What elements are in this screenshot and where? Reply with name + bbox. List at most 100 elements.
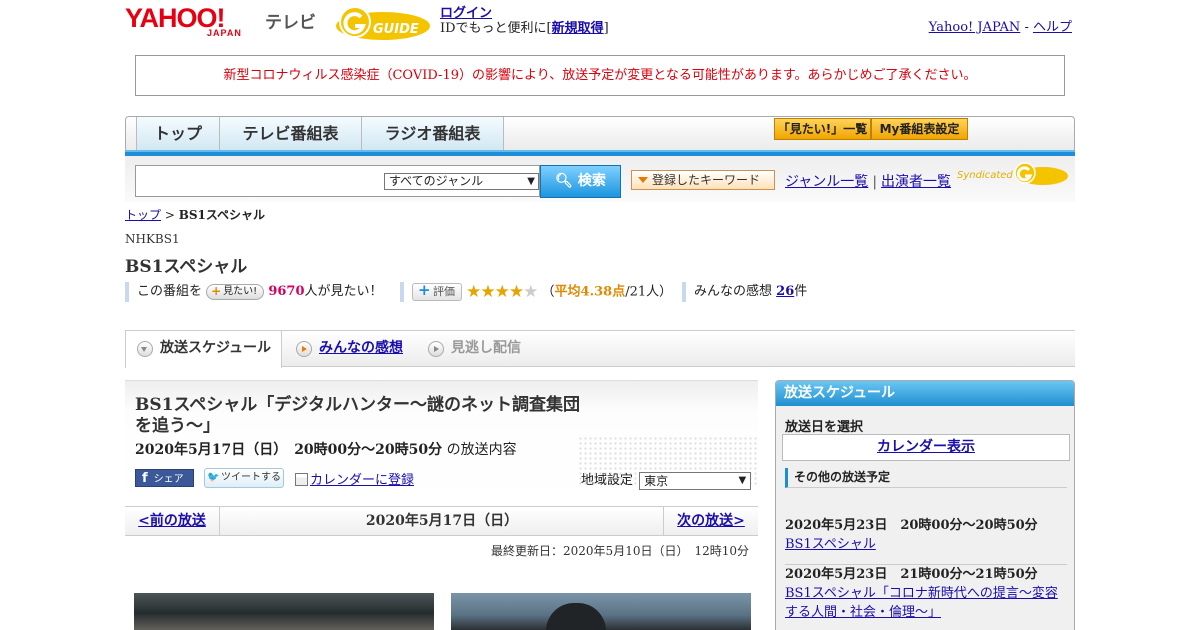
search-links: ジャンル一覧 | 出演者一覧 — [785, 171, 951, 191]
episode-title: BS1スペシャル「デジタルハンター～謎のネット調査集団を追う～」 — [135, 395, 580, 436]
mitai-button[interactable]: 見たい! — [206, 283, 265, 300]
date-select-label: 放送日を選択 — [785, 420, 864, 435]
other-broadcast-datetime: 2020年5月23日 20時00分～20時50分 — [785, 518, 1038, 533]
facebook-icon: f — [142, 471, 148, 486]
nav-tab-radio-schedule[interactable]: ラジオ番組表 — [362, 117, 504, 153]
yahoo-japan-link[interactable]: Yahoo! JAPAN — [929, 20, 1021, 35]
dropdown-arrow-icon: ▼ — [527, 176, 535, 187]
rate-button[interactable]: 評価 — [412, 282, 462, 301]
signup-link[interactable]: 新規取得 — [552, 21, 604, 36]
saved-keywords-button[interactable]: 登録したキーワード — [631, 170, 775, 190]
search-icon: 🔍︎ — [555, 173, 573, 189]
impressions-stat: みんなの感想 26件 — [682, 282, 807, 302]
region-select[interactable]: 東京 ▼ — [639, 471, 752, 490]
nav-tab-top[interactable]: トップ — [136, 117, 220, 153]
rating-stat: 評価 ★★★★★ （平均4.38点/21人） — [400, 282, 672, 302]
region-setting: 地域設定 東京 ▼ — [581, 469, 752, 490]
sidebar-body: 放送日を選択 カレンダー表示 その他の放送予定 2020年5月23日 20時00… — [776, 406, 1074, 630]
star-icon: ★ — [480, 282, 495, 302]
tab-streaming-label: 見逃し配信 — [451, 340, 521, 356]
help-link[interactable]: ヘルプ — [1033, 20, 1072, 35]
other-broadcast-link[interactable]: BS1スペシャル — [785, 537, 876, 552]
tab-impressions[interactable]: みんなの感想 — [285, 331, 415, 367]
rating-stars: ★★★★★ — [466, 282, 538, 302]
performer-list-link[interactable]: 出演者一覧 — [881, 174, 951, 190]
header-links: Yahoo! JAPAN - ヘルプ — [929, 16, 1072, 35]
region-label: 地域設定 — [581, 473, 634, 488]
impressions-count-link[interactable]: 26 — [776, 284, 794, 299]
search-button[interactable]: 🔍︎ 検索 — [540, 165, 621, 198]
login-box: ログイン IDでもっと便利に[新規取得] — [440, 6, 609, 36]
episode-image — [134, 593, 434, 630]
region-select-value: 東京 — [644, 473, 669, 488]
sidebar-title: 放送スケジュール — [776, 381, 1074, 406]
genre-list-link[interactable]: ジャンル一覧 — [785, 174, 868, 190]
current-broadcast-date: 2020年5月17日（日） — [365, 513, 519, 529]
tab-schedule-label: 放送スケジュール — [160, 340, 272, 356]
play-icon — [296, 341, 312, 357]
calendar-register: カレンダーに登録 — [295, 469, 414, 488]
other-broadcasts-heading: その他の放送予定 — [785, 468, 1067, 488]
calendar-view-link[interactable]: カレンダー表示 — [877, 439, 975, 455]
chevron-down-icon — [137, 341, 153, 357]
nav-tab-tv-schedule[interactable]: テレビ番組表 — [220, 117, 362, 153]
schedule-sidebar: 放送スケジュール 放送日を選択 カレンダー表示 その他の放送予定 2020年5月… — [775, 380, 1075, 630]
mitai-list-button[interactable]: 「見たい!」一覧 — [774, 118, 871, 140]
other-broadcast-link[interactable]: BS1スペシャル「コロナ新時代への提言～変容する人間・社会・倫理～」 — [785, 586, 1058, 620]
impressions-prefix: みんなの感想 — [694, 284, 773, 299]
genre-select[interactable]: すべてのジャンル ▼ — [384, 173, 539, 190]
calendar-register-link[interactable]: カレンダーに登録 — [310, 473, 414, 488]
play-icon — [428, 341, 444, 357]
mitai-count: 9670 — [268, 284, 305, 299]
star-empty-icon: ★ — [523, 282, 538, 302]
last-updated: 最終更新日：2020年5月10日（日） 12時10分 — [491, 544, 749, 558]
calendar-view-button[interactable]: カレンダー表示 — [782, 434, 1070, 461]
tab-impressions-label[interactable]: みんなの感想 — [319, 340, 403, 356]
list-item: 2020年5月23日 21時00分～21時50分 BS1スペシャル「コロナ新時代… — [785, 565, 1067, 630]
breadcrumb: トップ > BS1スペシャル — [125, 206, 265, 223]
star-icon: ★ — [494, 282, 510, 302]
next-broadcast-link[interactable]: 次の放送> — [677, 513, 745, 529]
rating-average: 平均4.38点 — [554, 284, 626, 300]
facebook-share-label: シェア — [153, 474, 184, 485]
gguide-logo[interactable]: GUIDE — [333, 6, 433, 42]
login-sub-suffix: ] — [603, 21, 609, 36]
login-link[interactable]: ログイン — [440, 6, 492, 21]
program-tabs: 放送スケジュール みんなの感想 見逃し配信 — [125, 330, 1075, 368]
station-name: NHKBS1 — [125, 232, 180, 246]
tweet-button[interactable]: ツイートする — [204, 468, 284, 488]
next-broadcast: 次の放送> — [663, 507, 758, 535]
breadcrumb-current: BS1スペシャル — [178, 208, 266, 222]
genre-select-value: すべてのジャンル — [389, 174, 484, 188]
star-icon: ★ — [466, 282, 481, 302]
prev-broadcast-link[interactable]: <前の放送 — [138, 513, 206, 529]
tab-schedule[interactable]: 放送スケジュール — [125, 331, 282, 368]
episode-datetime-suffix: の放送内容 — [446, 442, 517, 458]
dropdown-arrow-icon: ▼ — [738, 474, 747, 486]
episode-panel: BS1スペシャル「デジタルハンター～謎のネット調査集団を追う～」 2020年5月… — [125, 380, 758, 505]
header: YAHOO! JAPAN テレビ GUIDE ログイン IDでもっと便利に[新規… — [125, 0, 1075, 48]
tv-service-label[interactable]: テレビ — [265, 8, 316, 33]
facebook-share-button[interactable]: f シェア — [135, 469, 194, 487]
main-nav: トップ テレビ番組表 ラジオ番組表 「見たい!」一覧 My番組表設定 — [125, 116, 1075, 153]
syndicated-gguide-logo — [1014, 162, 1068, 185]
mitai-stat: この番組を 見たい! 9670人が見たい！ — [125, 282, 383, 302]
rating-open: （ — [541, 284, 555, 300]
impressions-suffix: 件 — [794, 284, 808, 299]
episode-datetime: 2020年5月17日（日） 20時00分～20時50分 — [135, 442, 443, 458]
link-separator: | — [872, 174, 878, 190]
breadcrumb-top-link[interactable]: トップ — [125, 208, 161, 222]
login-sub-prefix: IDでもっと便利に[ — [440, 21, 552, 36]
program-title: BS1スペシャル — [125, 257, 248, 277]
prev-broadcast: <前の放送 — [125, 507, 220, 535]
list-item: 2020年5月23日 20時00分～20時50分 BS1スペシャル — [785, 516, 1067, 565]
syndicated-label: Syndicated — [957, 170, 1013, 181]
covid-notice: 新型コロナウィルス感染症（COVID-19）の影響により、放送予定が変更となる可… — [135, 55, 1065, 96]
search-button-label: 検索 — [577, 173, 606, 189]
other-broadcast-datetime: 2020年5月23日 21時00分～21時50分 — [785, 567, 1038, 582]
mitai-suffix: 人が見たい！ — [304, 284, 383, 299]
my-schedule-settings-button[interactable]: My番組表設定 — [871, 118, 968, 140]
calendar-icon — [295, 473, 308, 486]
page: YAHOO! JAPAN テレビ GUIDE ログイン IDでもっと便利に[新規… — [125, 0, 1075, 630]
header-link-separator: - — [1024, 20, 1029, 35]
